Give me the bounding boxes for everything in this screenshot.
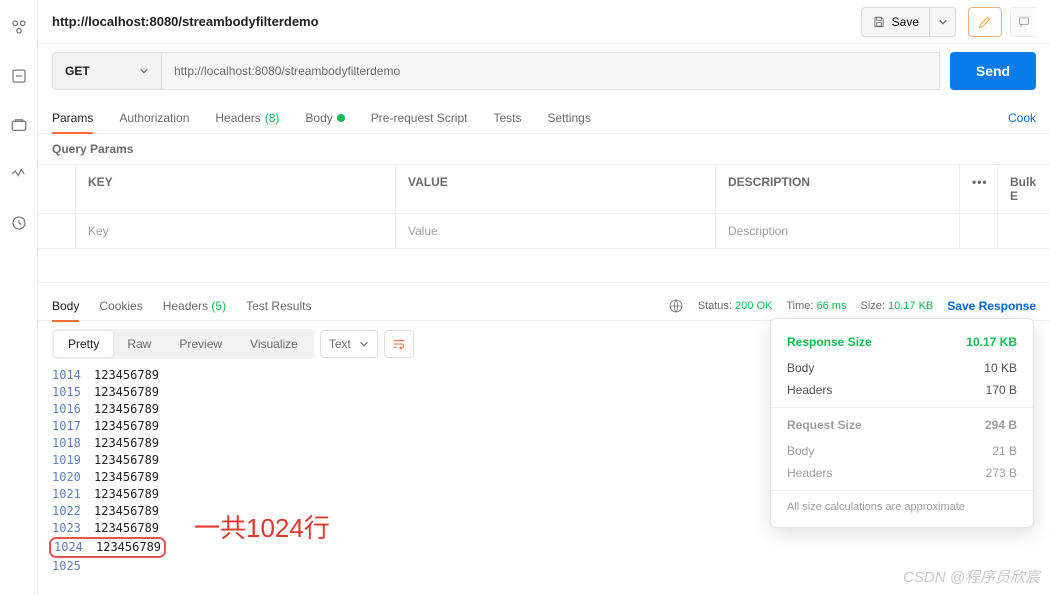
edit-button[interactable] <box>968 7 1002 37</box>
key-input[interactable]: Key <box>76 214 396 248</box>
query-params-heading: Query Params <box>38 134 1050 164</box>
monitor-icon[interactable] <box>10 165 28 186</box>
titlebar: http://localhost:8080/streambodyfilterde… <box>38 0 1050 44</box>
time-label: Time: 66 ms <box>786 300 846 312</box>
view-raw[interactable]: Raw <box>113 331 165 357</box>
collections-icon[interactable] <box>10 18 28 39</box>
tab-prerequest[interactable]: Pre-request Script <box>371 103 468 133</box>
tab-body[interactable]: Body <box>305 103 344 133</box>
left-rail <box>0 0 38 595</box>
wrap-icon <box>391 336 407 352</box>
status-label: Status: 200 OK <box>698 300 773 312</box>
size-label[interactable]: Size: 10.17 KB <box>860 300 933 312</box>
dot-icon <box>337 114 345 122</box>
save-button[interactable]: Save <box>861 7 930 37</box>
request-title: http://localhost:8080/streambodyfilterde… <box>52 14 319 29</box>
resp-tab-tests[interactable]: Test Results <box>246 291 311 321</box>
query-params-table: KEY VALUE DESCRIPTION ••• Bulk E Key Val… <box>38 164 1050 249</box>
col-options-icon[interactable]: ••• <box>960 165 998 213</box>
save-response-link[interactable]: Save Response <box>947 299 1036 313</box>
method-select[interactable]: GET <box>52 52 162 90</box>
tab-headers[interactable]: Headers (8) <box>215 103 279 133</box>
view-pretty[interactable]: Pretty <box>54 331 113 357</box>
comment-button[interactable] <box>1010 7 1036 37</box>
value-input[interactable]: Value <box>396 214 716 248</box>
tab-authorization[interactable]: Authorization <box>119 103 189 133</box>
cookies-link[interactable]: Cook <box>1008 111 1036 125</box>
resp-tab-cookies[interactable]: Cookies <box>99 291 142 321</box>
tab-settings[interactable]: Settings <box>548 103 591 133</box>
chevron-down-icon <box>139 66 149 76</box>
env-icon[interactable] <box>10 116 28 137</box>
description-input[interactable]: Description <box>716 214 960 248</box>
save-caret-button[interactable] <box>930 7 956 37</box>
col-value: VALUE <box>396 165 716 213</box>
history-icon[interactable] <box>10 214 28 235</box>
url-input[interactable]: http://localhost:8080/streambodyfilterde… <box>162 52 940 90</box>
col-description: DESCRIPTION <box>716 165 960 213</box>
col-key: KEY <box>76 165 396 213</box>
annotation-text: 一共1024行 <box>194 508 330 545</box>
wrap-button[interactable] <box>384 330 414 358</box>
view-visualize[interactable]: Visualize <box>236 331 312 357</box>
pencil-icon <box>977 14 993 30</box>
view-mode-segment: Pretty Raw Preview Visualize <box>52 329 314 359</box>
chevron-down-icon <box>359 339 369 349</box>
request-tabs: Params Authorization Headers (8) Body Pr… <box>38 98 1050 134</box>
disk-icon <box>872 15 886 29</box>
view-preview[interactable]: Preview <box>165 331 236 357</box>
size-tooltip: Response Size10.17 KB Body10 KB Headers1… <box>770 318 1034 528</box>
resp-tab-body[interactable]: Body <box>52 291 79 322</box>
send-button[interactable]: Send <box>950 52 1036 90</box>
body-line: 1025 <box>52 558 1036 575</box>
tab-params[interactable]: Params <box>52 103 93 134</box>
resp-tab-headers[interactable]: Headers (5) <box>163 291 226 321</box>
bulk-edit-link[interactable]: Bulk E <box>998 165 1050 213</box>
api-icon[interactable] <box>10 67 28 88</box>
comment-icon <box>1017 15 1031 29</box>
tab-tests[interactable]: Tests <box>493 103 521 133</box>
chevron-down-icon <box>938 17 948 27</box>
globe-icon[interactable] <box>668 298 684 314</box>
response-tabs: Body Cookies Headers (5) Test Results St… <box>38 283 1050 321</box>
format-select[interactable]: Text <box>320 330 378 358</box>
